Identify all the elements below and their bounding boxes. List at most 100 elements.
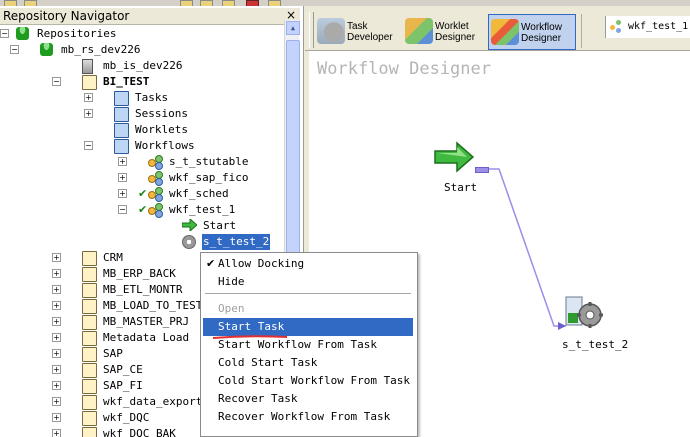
collapse-icon[interactable]: − [52, 77, 61, 86]
expand-icon[interactable]: + [52, 413, 61, 422]
tree-item[interactable]: + ✔ wkf_sched [0, 186, 284, 202]
expand-icon[interactable]: + [52, 349, 61, 358]
tree-item[interactable]: − Repositories [0, 26, 284, 42]
folder-icon [114, 107, 129, 122]
tree-item[interactable]: Start [0, 217, 284, 234]
collapse-icon[interactable]: − [0, 29, 9, 38]
context-menu: ✔ Allow Docking Hide Open Start Task Start Wo… [200, 252, 418, 437]
tree-item-label: SAP_CE [103, 363, 143, 376]
tree-item-label: Worklets [135, 123, 188, 136]
workspace-tab-wkf-test-1[interactable]: wkf_test_1 [605, 16, 690, 38]
folder-icon [82, 379, 97, 394]
expand-icon[interactable]: + [52, 317, 61, 326]
session-icon [182, 235, 196, 249]
folder-icon [82, 283, 97, 298]
tree-item[interactable]: − mb_rs_dev226 [0, 42, 284, 58]
session-task-icon[interactable] [564, 293, 604, 333]
folder-icon [82, 251, 97, 266]
tree-item-label: s_t_stutable [169, 155, 249, 168]
expand-icon[interactable]: + [52, 301, 61, 310]
tree-item-label: s_t_test_2 [202, 234, 271, 250]
expand-icon[interactable]: + [52, 253, 61, 262]
tree-item-label: Tasks [135, 91, 169, 104]
tree-item[interactable]: + Sessions [0, 106, 284, 122]
tree-item-label: Metadata Load [103, 331, 190, 344]
tree-item[interactable]: − BI_TEST [0, 74, 284, 90]
tree-item[interactable]: + wkf_sap_fico [0, 170, 284, 186]
tree-item-label: wkf_DQC [103, 411, 150, 424]
expand-icon[interactable]: + [84, 109, 93, 118]
worklet-designer-icon [405, 18, 433, 44]
expand-icon[interactable]: + [52, 397, 61, 406]
task-developer-button[interactable]: Task Developer [315, 14, 401, 48]
task-developer-label-line1: Task [347, 21, 368, 32]
tree-item-label: mb_is_dev226 [103, 59, 183, 72]
tree-item[interactable]: + Tasks [0, 90, 284, 106]
server-icon [82, 59, 93, 74]
collapse-icon[interactable]: − [10, 45, 19, 54]
workspace-tab-label: wkf_test_1 [628, 21, 689, 32]
expand-icon[interactable]: + [118, 173, 127, 182]
workflow-icon [148, 203, 164, 218]
menu-separator [205, 293, 411, 294]
expand-icon[interactable]: + [52, 269, 61, 278]
tree-item-label: Workflows [135, 139, 195, 152]
workflow-icon [610, 20, 624, 34]
tree-item-label: wkf_data_export [103, 395, 203, 408]
tree-item[interactable]: mb_is_dev226 [0, 58, 284, 74]
start-task-icon[interactable] [433, 141, 475, 173]
tree-item-label: MB_MASTER_PRJ [103, 315, 190, 328]
workflow-designer-label-line1: Workflow [521, 22, 562, 33]
worklet-designer-label-line1: Worklet [435, 21, 469, 32]
menu-item-hide[interactable]: Hide [203, 273, 413, 291]
tree-item-label: Repositories [37, 27, 117, 40]
menu-item-cold-start-task[interactable]: Cold Start Task [203, 354, 413, 372]
workflow-designer-button[interactable]: Workflow Designer [488, 14, 576, 50]
folder-icon [82, 427, 97, 437]
menu-item-label: Recover Task [218, 392, 298, 405]
scroll-up-icon[interactable]: ▲ [286, 21, 300, 35]
task-developer-label-line2: Developer [347, 32, 393, 43]
tree-item-label: wkf_sap_fico [169, 171, 249, 184]
expand-icon[interactable]: + [52, 333, 61, 342]
tree-item-label: Start [203, 219, 237, 232]
folder-icon [82, 347, 97, 362]
menu-item-recover-task[interactable]: Recover Task [203, 390, 413, 408]
folder-icon [114, 123, 129, 138]
menu-item-label: Cold Start Task [218, 356, 318, 369]
tree-item[interactable]: − ✔ wkf_test_1 [0, 202, 284, 218]
tree-item-label: SAP_FI [103, 379, 143, 392]
database-icon [40, 43, 53, 56]
collapse-icon[interactable]: − [84, 141, 93, 150]
expand-icon[interactable]: + [118, 157, 127, 166]
tree-item[interactable]: + s_t_stutable [0, 154, 284, 170]
menu-item-recover-workflow-from-task[interactable]: Recover Workflow From Task [203, 408, 413, 426]
expand-icon[interactable]: + [52, 285, 61, 294]
folder-icon [82, 75, 97, 90]
collapse-icon[interactable]: − [118, 205, 127, 214]
expand-icon[interactable]: + [52, 365, 61, 374]
menu-item-allow-docking[interactable]: ✔ Allow Docking [203, 255, 413, 273]
tree-item[interactable]: − Workflows [0, 138, 284, 154]
start-icon [181, 217, 198, 233]
tree-item[interactable]: Worklets [0, 122, 284, 138]
menu-item-label: Hide [218, 275, 245, 288]
expand-icon[interactable]: + [52, 429, 61, 437]
task-node-label: s_t_test_2 [562, 338, 629, 351]
workflow-designer-label-line2: Designer [521, 33, 562, 44]
tree-item-label: wkf_test_1 [169, 203, 236, 216]
menu-item-label: Recover Workflow From Task [218, 410, 391, 423]
menu-item-cold-start-workflow-from-task[interactable]: Cold Start Workflow From Task [203, 372, 413, 390]
tree-item[interactable]: s_t_test_2 [0, 234, 284, 250]
folder-icon [82, 411, 97, 426]
expand-icon[interactable]: + [52, 381, 61, 390]
worklet-designer-button[interactable]: Worklet Designer [403, 14, 485, 48]
start-link-handle[interactable] [475, 167, 489, 173]
repository-icon [16, 27, 29, 40]
expand-icon[interactable]: + [84, 93, 93, 102]
tree-item-label: mb_rs_dev226 [61, 43, 141, 56]
menu-item-open[interactable]: Open [203, 300, 413, 318]
expand-icon[interactable]: + [118, 189, 127, 198]
check-icon: ✔ [138, 187, 148, 200]
tree-item-label: MB_ETL_MONTR [103, 283, 183, 296]
